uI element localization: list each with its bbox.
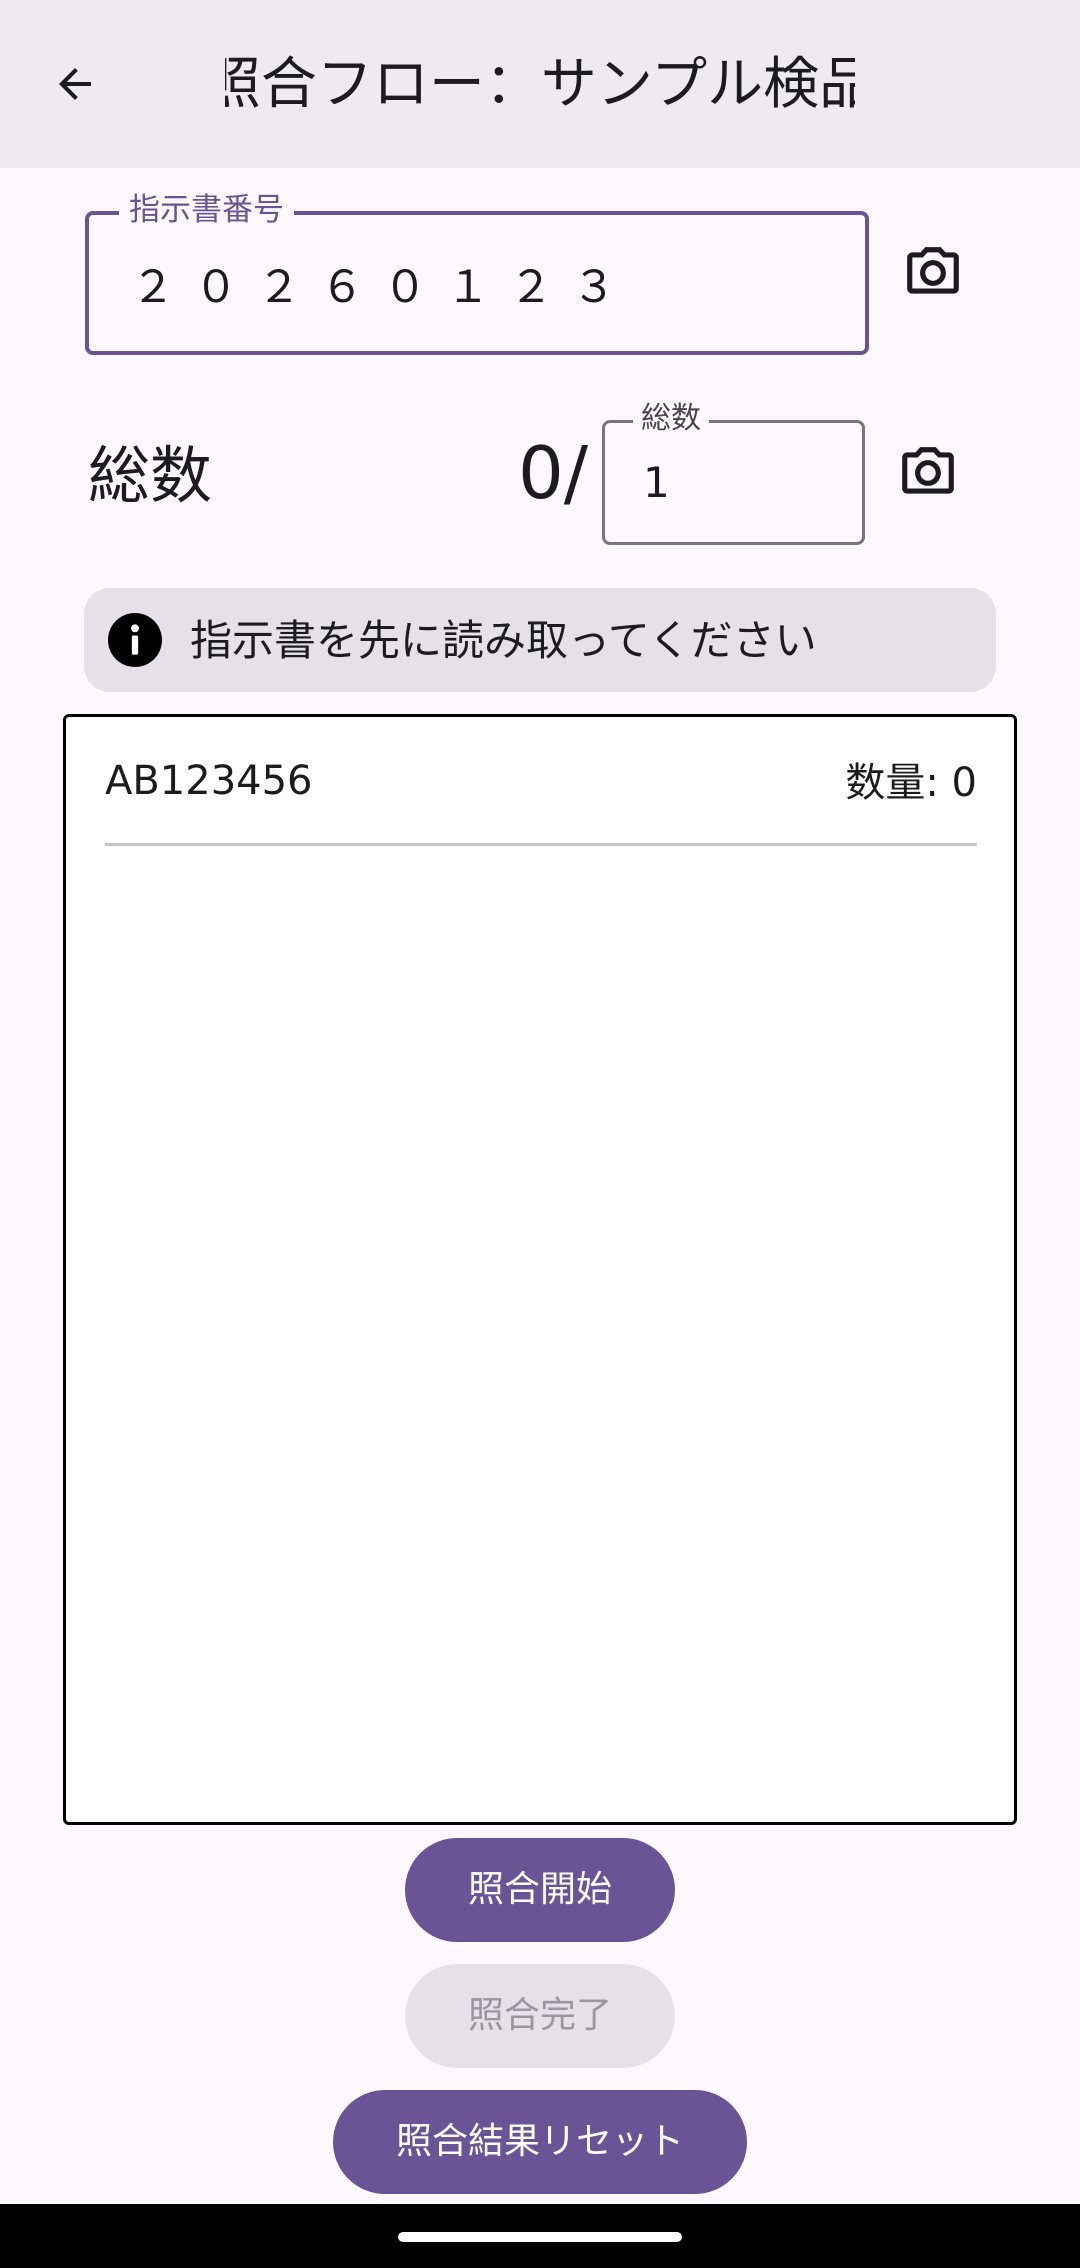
- scanned-count: 0/: [518, 431, 589, 515]
- page-title: 照合フロー：サンプル検品: [225, 52, 855, 117]
- total-quantity-value: 1: [643, 458, 670, 507]
- arrow-left-icon: [59, 68, 91, 100]
- item-quantity: 数量: 0: [845, 760, 977, 806]
- back-button[interactable]: [35, 40, 115, 128]
- home-gesture-handle[interactable]: [398, 2232, 682, 2242]
- total-quantity-field[interactable]: 総数 1: [602, 400, 865, 545]
- instruction-number-field[interactable]: 指示書番号 ２０２６０１２３: [85, 190, 869, 355]
- total-camera-button[interactable]: [888, 433, 968, 513]
- instruction-number-value: ２０２６０１２３: [131, 262, 635, 313]
- complete-matching-button[interactable]: 照合完了: [405, 1964, 675, 2068]
- app-bar: 照合フロー：サンプル検品: [0, 0, 1080, 168]
- info-icon: [108, 613, 162, 667]
- page-title-container: 照合フロー：サンプル検品: [225, 44, 855, 126]
- list-item: AB123456 数量: 0: [105, 755, 977, 846]
- start-matching-button[interactable]: 照合開始: [405, 1838, 675, 1942]
- item-code: AB123456: [105, 758, 313, 804]
- instruction-number-label: 指示書番号: [119, 190, 294, 230]
- total-label: 総数: [88, 439, 213, 512]
- camera-icon: [902, 447, 954, 494]
- camera-icon: [907, 247, 959, 294]
- total-quantity-label: 総数: [633, 400, 709, 438]
- item-list[interactable]: AB123456 数量: 0: [63, 714, 1017, 1825]
- info-banner: 指示書を先に読み取ってください: [84, 588, 996, 692]
- instruction-camera-button[interactable]: [893, 233, 973, 313]
- reset-results-button[interactable]: 照合結果リセット: [333, 2090, 747, 2194]
- info-message: 指示書を先に読み取ってください: [190, 616, 817, 665]
